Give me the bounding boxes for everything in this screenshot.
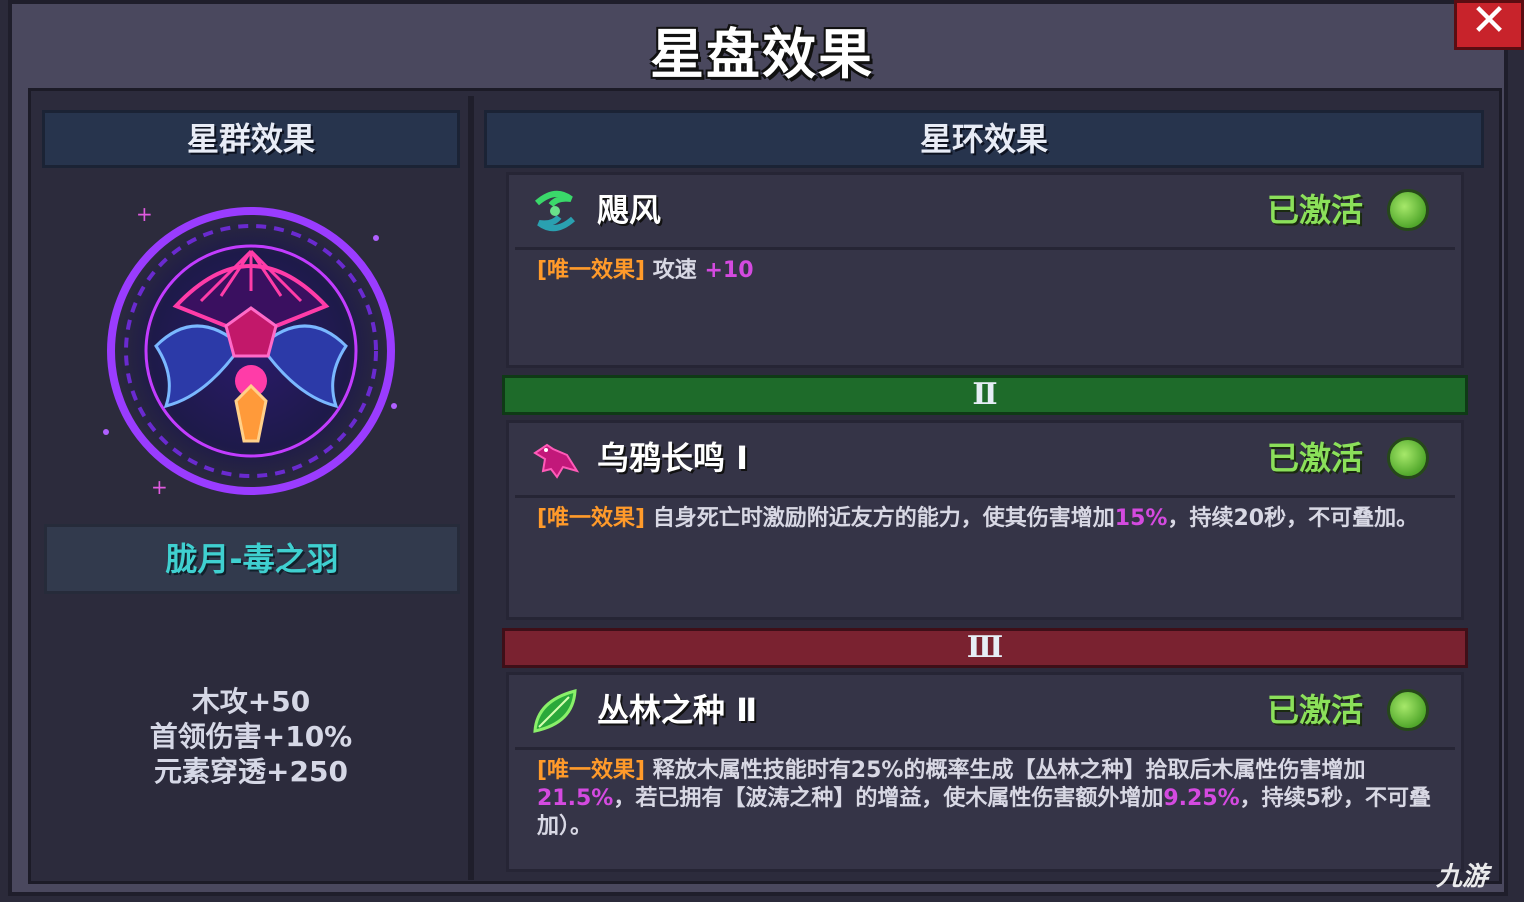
- effect-card[interactable]: 乌鸦长鸣 Ⅰ 已激活 [唯一效果] 自身死亡时激励附近友方的能力，使其伤害增加1…: [506, 420, 1464, 620]
- effect-separator: [515, 247, 1455, 250]
- stat-line: 首领伤害+10%: [149, 720, 353, 753]
- status-indicator: [1387, 689, 1429, 731]
- close-button[interactable]: ✕: [1454, 0, 1524, 50]
- unique-effect-tag: [唯一效果]: [537, 506, 646, 531]
- svg-text:+: +: [151, 475, 168, 499]
- effect-separator: [515, 747, 1455, 750]
- tier-2-bar: Ⅱ: [502, 375, 1468, 415]
- green-seed-icon: [533, 689, 577, 733]
- crow-constellation-icon: + +: [103, 202, 397, 499]
- status-label: 已激活: [1267, 691, 1364, 729]
- window-title: 星盘效果: [650, 23, 874, 86]
- constellation-stats: 木攻+50 首领伤害+10% 元素穿透+250: [42, 684, 460, 789]
- effect-card[interactable]: 飓风 已激活 [唯一效果] 攻速 +10: [506, 172, 1464, 368]
- desc-value: 9.25%: [1163, 786, 1240, 811]
- star-ring-header: 星环效果: [484, 110, 1484, 168]
- unique-effect-tag: [唯一效果]: [537, 758, 646, 783]
- effect-card[interactable]: 丛林之种 Ⅱ 已激活 [唯一效果] 释放木属性技能时有25%的概率生成【丛林之种…: [506, 672, 1464, 872]
- wind-swirl-icon: [535, 190, 575, 232]
- desc-value: +10: [704, 258, 754, 283]
- status-indicator: [1387, 189, 1429, 231]
- desc-text: 自身死亡时激励附近友方的能力，使其伤害增加: [645, 506, 1115, 531]
- stat-line: 元素穿透+250: [154, 755, 348, 788]
- unique-effect-tag: [唯一效果]: [537, 258, 646, 283]
- constellation-name: 胧月-毒之羽: [44, 524, 460, 594]
- panel-divider: [468, 96, 474, 880]
- desc-text: ，若已拥有【波涛之种】的增益，使木属性伤害额外增加: [613, 786, 1164, 811]
- effect-name: 飓风: [597, 191, 662, 229]
- effect-description: [唯一效果] 释放木属性技能时有25%的概率生成【丛林之种】拾取后木属性伤害增加…: [537, 757, 1437, 841]
- effect-description: [唯一效果] 自身死亡时激励附近友方的能力，使其伤害增加15%，持续20秒，不可…: [537, 505, 1437, 533]
- desc-text: 释放木属性技能时有25%的概率生成【丛林之种】拾取后木属性伤害增加: [645, 758, 1366, 783]
- desc-value: 15%: [1114, 506, 1168, 531]
- desc-text: 攻速: [645, 258, 705, 283]
- effect-description: [唯一效果] 攻速 +10: [537, 257, 1437, 285]
- stat-line: 木攻+50: [191, 685, 311, 718]
- status-label: 已激活: [1267, 439, 1364, 477]
- effect-separator: [515, 495, 1455, 498]
- constellation-header: 星群效果: [42, 110, 460, 168]
- effect-name: 丛林之种 Ⅱ: [597, 691, 758, 729]
- status-indicator: [1387, 437, 1429, 479]
- watermark-logo: 九游: [1436, 862, 1489, 892]
- crow-icon: [533, 443, 580, 479]
- desc-value: 21.5%: [537, 786, 614, 811]
- desc-text: ，持续20秒，不可叠加。: [1167, 506, 1419, 531]
- tier-3-bar: Ⅲ: [502, 628, 1468, 668]
- svg-text:+: +: [136, 202, 153, 226]
- effect-name: 乌鸦长鸣 Ⅰ: [597, 439, 749, 477]
- status-label: 已激活: [1267, 191, 1364, 229]
